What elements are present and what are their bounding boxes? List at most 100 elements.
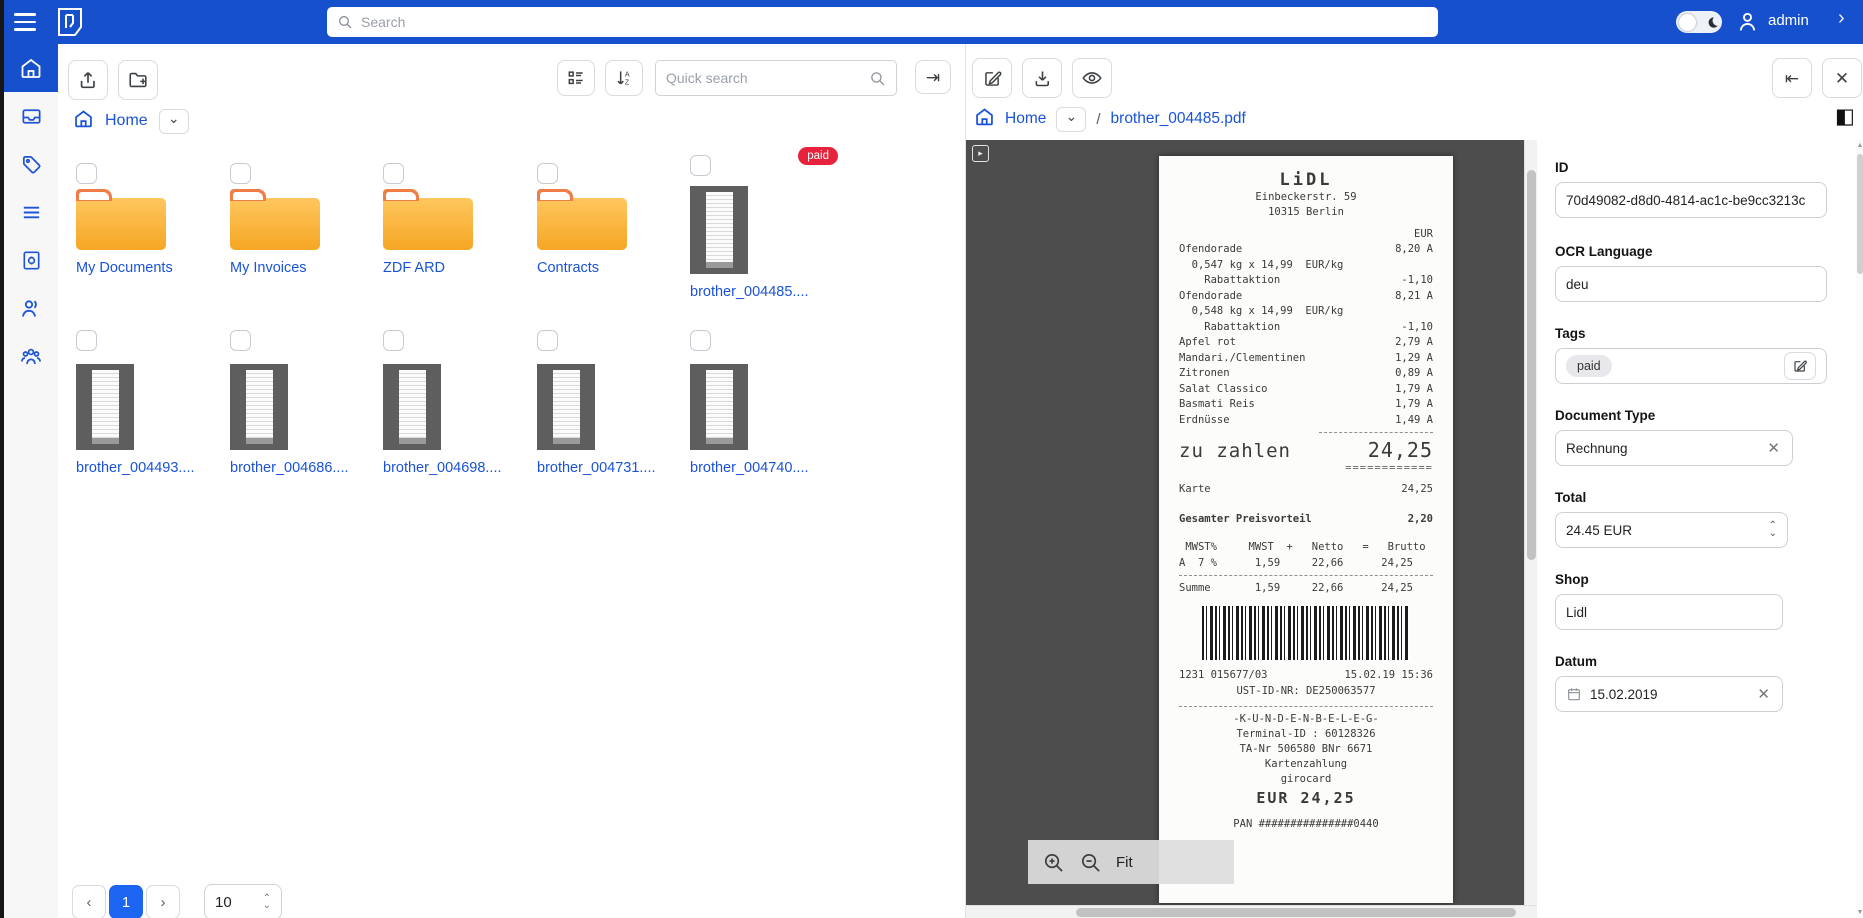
folder-icon[interactable] — [76, 198, 166, 250]
document-tile[interactable]: brother_004731.... — [537, 330, 687, 476]
document-thumbnail[interactable] — [383, 364, 441, 450]
thumbnails-panel-toggle[interactable]: ▸ — [972, 145, 989, 162]
folder-tile[interactable]: Contracts — [537, 163, 687, 276]
breadcrumb-root[interactable]: Home — [1005, 110, 1046, 128]
breadcrumb-root[interactable]: Home — [105, 112, 148, 130]
scroll-down-icon[interactable]: ▼ — [1856, 909, 1863, 916]
dark-mode-toggle[interactable] — [1676, 11, 1722, 33]
upload-button[interactable] — [68, 60, 108, 100]
zoom-fit-label[interactable]: Fit — [1116, 854, 1133, 871]
viewer-vertical-scrollbar[interactable] — [1524, 140, 1537, 905]
clear-date-icon[interactable]: ✕ — [1755, 685, 1772, 703]
tile-checkbox[interactable] — [230, 330, 251, 351]
total-stepper[interactable]: ⌃ ⌄ — [1769, 522, 1777, 538]
folder-tile[interactable]: My Invoices — [230, 163, 380, 276]
folder-name[interactable]: ZDF ARD — [383, 260, 533, 276]
breadcrumb-dropdown-button[interactable]: ⌄ — [159, 109, 189, 134]
close-panel-button[interactable]: ✕ — [1822, 58, 1862, 98]
sidebar-item-inbox[interactable] — [4, 92, 58, 140]
user-menu-chevron-icon[interactable]: › — [1838, 7, 1845, 30]
layout-toggle-button[interactable]: ◧ — [1835, 104, 1855, 129]
tile-checkbox[interactable] — [537, 330, 558, 351]
page-size-select[interactable]: 10 ⌃ ⌄ — [204, 884, 282, 918]
tile-checkbox[interactable] — [76, 163, 97, 184]
document-thumbnail[interactable] — [537, 364, 595, 450]
tile-checkbox[interactable] — [690, 330, 711, 351]
document-name[interactable]: brother_004493.... — [76, 460, 226, 476]
sidebar-item-tags[interactable] — [4, 140, 58, 188]
edit-document-button[interactable] — [972, 58, 1012, 98]
details-scrollbar[interactable]: ▲ ▼ — [1856, 140, 1863, 918]
tile-checkbox[interactable] — [690, 155, 711, 176]
document-name[interactable]: brother_004731.... — [537, 460, 687, 476]
document-tile[interactable]: paid brother_004485.... — [690, 155, 840, 300]
preview-button[interactable] — [1072, 58, 1112, 98]
id-input[interactable] — [1566, 193, 1816, 208]
folder-tile[interactable]: ZDF ARD — [383, 163, 533, 276]
sort-button[interactable]: A Z — [605, 60, 643, 96]
pdf-canvas[interactable]: ▸ LiDL Einbeckerstr. 59 10315 Berlin EUR… — [966, 140, 1537, 918]
document-name[interactable]: brother_004485.... — [690, 284, 840, 300]
ocr-language-input[interactable] — [1566, 277, 1816, 292]
breadcrumb-home-icon[interactable] — [73, 108, 94, 134]
tag-chip[interactable]: paid — [1566, 355, 1612, 377]
folder-icon[interactable] — [383, 198, 473, 250]
sidebar-item-users[interactable] — [4, 284, 58, 332]
breadcrumb-document-name[interactable]: brother_004485.pdf — [1111, 110, 1246, 128]
papermerge-logo[interactable] — [52, 4, 88, 40]
viewer-horizontal-scrollbar[interactable] — [966, 905, 1537, 918]
breadcrumb-dropdown-button[interactable]: ⌄ — [1056, 107, 1086, 132]
tile-checkbox[interactable] — [383, 330, 404, 351]
sidebar-item-groups[interactable] — [4, 332, 58, 380]
document-thumbnail[interactable] — [76, 364, 134, 450]
next-page-button[interactable]: › — [146, 885, 180, 918]
username[interactable]: admin — [1768, 12, 1809, 29]
page-number-button[interactable]: 1 — [109, 885, 143, 918]
shop-input[interactable] — [1566, 605, 1772, 620]
document-tile[interactable]: brother_004698.... — [383, 330, 533, 476]
tag-badge[interactable]: paid — [798, 147, 838, 165]
tile-checkbox[interactable] — [76, 330, 97, 351]
view-mode-button[interactable] — [557, 60, 595, 96]
user-avatar-icon[interactable] — [1735, 9, 1760, 39]
date-field[interactable]: 15.02.2019 ✕ — [1555, 676, 1783, 712]
folder-name[interactable]: My Documents — [76, 260, 226, 276]
prev-page-button[interactable]: ‹ — [72, 885, 106, 918]
folder-name[interactable]: My Invoices — [230, 260, 380, 276]
sidebar-item-tasks[interactable] — [4, 188, 58, 236]
folder-tile[interactable]: My Documents — [76, 163, 226, 276]
total-input[interactable] — [1566, 523, 1726, 538]
document-tile[interactable]: brother_004493.... — [76, 330, 226, 476]
tile-checkbox[interactable] — [230, 163, 251, 184]
clear-document-type-icon[interactable]: ✕ — [1765, 439, 1782, 457]
zoom-out-icon[interactable] — [1079, 851, 1102, 874]
document-thumbnail[interactable] — [690, 186, 748, 274]
document-name[interactable]: brother_004740.... — [690, 460, 840, 476]
open-viewer-panel-button[interactable]: ⇥ — [915, 60, 951, 94]
tile-checkbox[interactable] — [383, 163, 404, 184]
document-name[interactable]: brother_004686.... — [230, 460, 380, 476]
sidebar-item-home[interactable] — [4, 44, 58, 92]
document-name[interactable]: brother_004698.... — [383, 460, 533, 476]
document-thumbnail[interactable] — [690, 364, 748, 450]
folder-icon[interactable] — [537, 198, 627, 250]
sidebar-item-ocr[interactable] — [4, 236, 58, 284]
document-tile[interactable]: brother_004740.... — [690, 330, 840, 476]
document-type-field[interactable]: Rechnung ✕ — [1555, 430, 1793, 466]
edit-tags-button[interactable] — [1784, 352, 1816, 380]
quick-search-input[interactable] — [666, 70, 869, 86]
zoom-in-icon[interactable] — [1042, 851, 1065, 874]
folder-icon[interactable] — [230, 198, 320, 250]
collapse-panel-button[interactable]: ⇤ — [1772, 58, 1812, 98]
folder-name[interactable]: Contracts — [537, 260, 687, 276]
tile-checkbox[interactable] — [537, 163, 558, 184]
global-search-input[interactable] — [361, 14, 1428, 30]
download-button[interactable] — [1022, 58, 1062, 98]
scroll-up-icon[interactable]: ▲ — [1856, 142, 1863, 149]
hamburger-menu-icon[interactable] — [14, 8, 42, 36]
document-thumbnail[interactable] — [230, 364, 288, 450]
breadcrumb-home-icon[interactable] — [974, 106, 995, 132]
list-icon — [20, 201, 43, 224]
document-tile[interactable]: brother_004686.... — [230, 330, 380, 476]
new-folder-button[interactable] — [118, 60, 158, 100]
